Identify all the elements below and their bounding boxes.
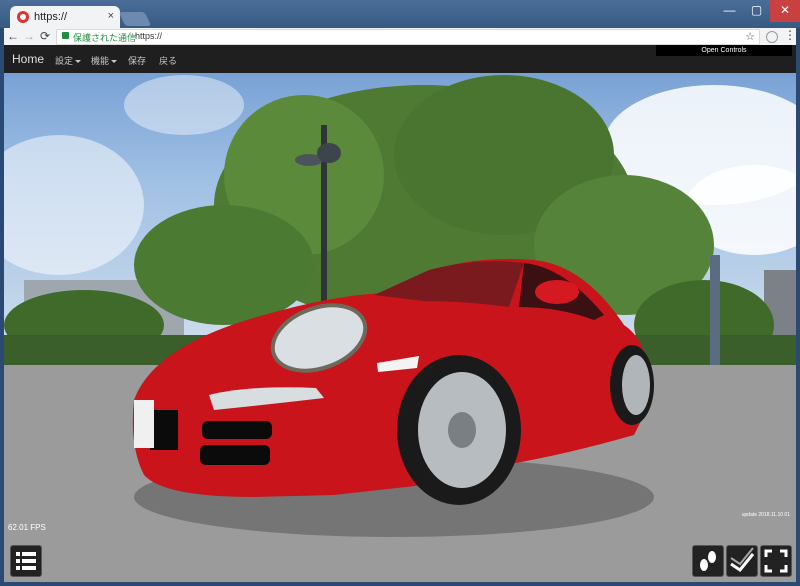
tab-close-icon[interactable]: ×: [108, 10, 114, 22]
maximize-button[interactable]: ▢: [743, 0, 770, 22]
back-link[interactable]: 戻る: [159, 54, 177, 67]
footsteps-icon: [700, 551, 716, 571]
caret-down-icon: [75, 60, 82, 64]
title-bar: https:// × — ▢ ✕: [0, 0, 800, 28]
new-tab-button[interactable]: [118, 12, 152, 26]
address-separator: [130, 32, 131, 42]
fullscreen-button[interactable]: [760, 545, 792, 577]
bookmark-star-icon[interactable]: ☆: [745, 30, 755, 43]
settings-menu-label: 設定: [55, 56, 74, 66]
forward-button[interactable]: →: [22, 29, 36, 43]
fps-counter: 62.01 FPS: [8, 523, 46, 532]
settings-menu[interactable]: 設定: [55, 54, 82, 67]
address-bar[interactable]: 保護された通信 https:// ☆: [56, 29, 760, 45]
camera-path-icon: [730, 547, 755, 573]
home-link[interactable]: Home: [12, 52, 44, 66]
update-stamp: update 2018.11.10 01: [741, 512, 790, 518]
functions-menu[interactable]: 機能: [91, 54, 118, 67]
car-scene: [4, 75, 796, 582]
minimize-button[interactable]: —: [716, 0, 743, 22]
tab-title: https://: [34, 11, 68, 23]
url-text[interactable]: https://: [135, 31, 162, 41]
fullscreen-icon: [764, 549, 788, 573]
security-label: 保護された通信: [73, 33, 137, 43]
functions-menu-label: 機能: [91, 56, 110, 66]
browser-window: https:// × — ▢ ✕ ← → ⟳ 保護された通信 https:// …: [0, 0, 800, 586]
caret-down-icon: [111, 60, 118, 64]
browser-tab[interactable]: https:// ×: [10, 6, 120, 28]
favicon-icon: [17, 11, 29, 23]
lock-icon: [62, 32, 69, 39]
reload-button[interactable]: ⟳: [38, 29, 52, 43]
menu-list-button[interactable]: [10, 545, 42, 577]
browser-toolbar: ← → ⟳ 保護された通信 https:// ☆ ⋮: [4, 28, 796, 45]
menu-list-icon: [16, 552, 36, 570]
extension-icon[interactable]: [766, 31, 778, 43]
app-navbar: Home 設定 機能 保存 戻る Open Controls: [4, 45, 796, 73]
browser-menu-icon[interactable]: ⋮: [784, 28, 796, 42]
pillar: [710, 255, 720, 370]
save-link[interactable]: 保存: [128, 54, 146, 67]
walk-mode-button[interactable]: [692, 545, 724, 577]
camera-path-button[interactable]: [726, 545, 758, 577]
open-controls-button[interactable]: Open Controls: [656, 45, 792, 56]
viewer-page: Home 設定 機能 保存 戻る Open Controls 62.01 FPS…: [4, 45, 796, 582]
close-window-button[interactable]: ✕: [770, 0, 800, 22]
back-button[interactable]: ←: [6, 29, 20, 43]
